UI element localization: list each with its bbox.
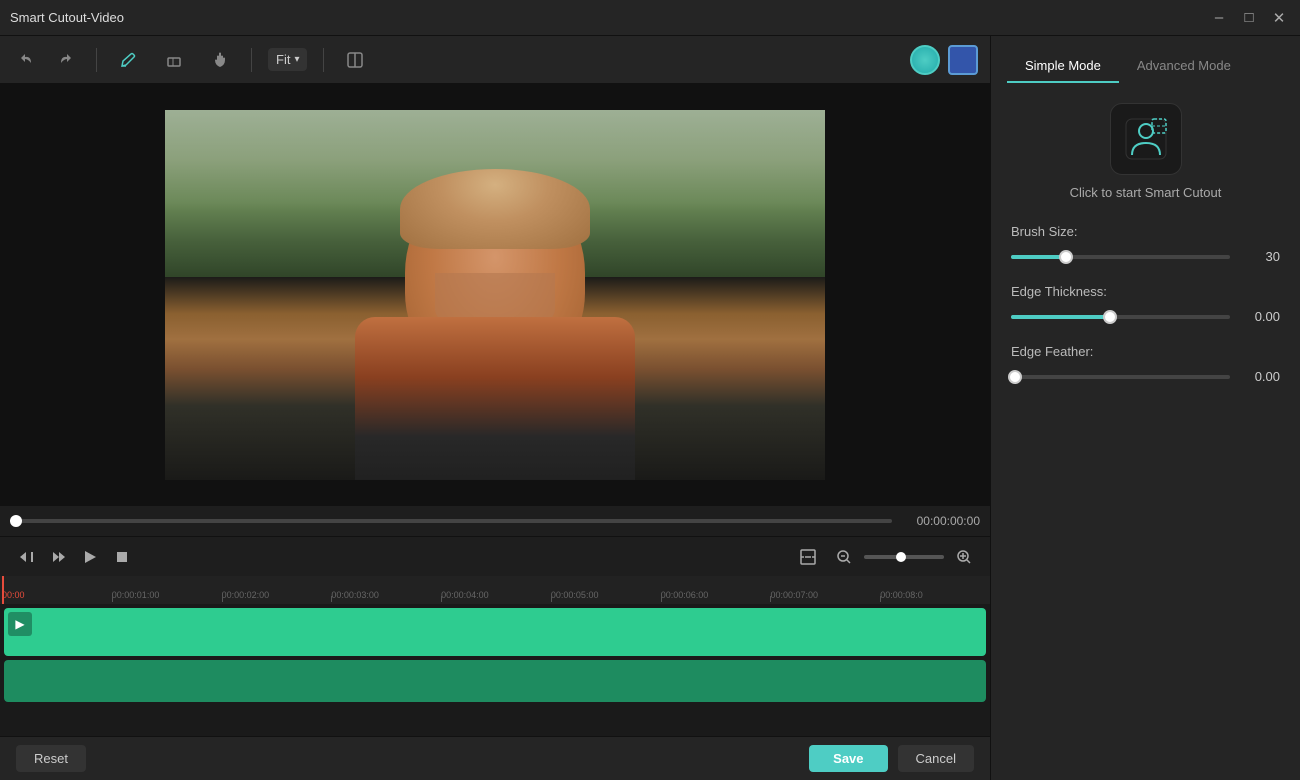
ruler-mark-7: 00:00:07:00 (770, 590, 880, 600)
main-container: Fit ▾ (0, 36, 1300, 780)
close-button[interactable]: ✕ (1268, 7, 1290, 29)
divider-1 (96, 48, 97, 72)
history-controls (12, 45, 80, 75)
right-panel: Simple Mode Advanced Mode Click to start… (990, 36, 1300, 780)
ruler-mark-2: 00:00:02:00 (222, 590, 332, 600)
audio-track-clip[interactable] (4, 660, 986, 702)
redo-button[interactable] (50, 45, 80, 75)
edge-feather-label: Edge Feather: (1011, 344, 1280, 359)
left-panel: Fit ▾ (0, 36, 990, 780)
edge-feather-thumb[interactable] (1008, 370, 1022, 384)
divider-2 (251, 48, 252, 72)
advanced-mode-tab[interactable]: Advanced Mode (1119, 50, 1249, 83)
play-button[interactable] (74, 541, 106, 573)
stop-button[interactable] (106, 541, 138, 573)
color-bg-preview[interactable] (948, 45, 978, 75)
ruler-mark-3: 00:00:03:00 (331, 590, 441, 600)
brush-size-fill (1011, 255, 1066, 259)
ruler-marks: 00:00 00:00:01:00 00:00:02:00 00:00:03:0… (0, 590, 990, 600)
fit-caret-icon: ▾ (294, 54, 299, 65)
progress-thumb[interactable] (10, 515, 22, 527)
zoom-in-button[interactable] (948, 541, 980, 573)
zoom-slider-track[interactable] (864, 555, 944, 559)
edge-thickness-row: 0.00 (1011, 309, 1280, 324)
scrub-bar: 00:00:00:00 (0, 506, 990, 536)
titlebar: Smart Cutout-Video – □ ✕ (0, 0, 1300, 36)
ruler-mark-1: 00:00:01:00 (112, 590, 222, 600)
zoom-controls (792, 541, 980, 573)
edge-thickness-label: Edge Thickness: (1011, 284, 1280, 299)
video-track-clip[interactable]: ▶ (4, 608, 986, 656)
ruler-mark-6: 00:00:06:00 (661, 590, 771, 600)
edge-feather-value: 0.00 (1240, 369, 1280, 384)
reset-button[interactable]: Reset (16, 745, 86, 772)
app-title: Smart Cutout-Video (10, 10, 124, 25)
timeline-tracks: ▶ (0, 604, 990, 706)
brush-size-section: Brush Size: 30 (1011, 224, 1280, 264)
ruler-mark-5: 00:00:05:00 (551, 590, 661, 600)
right-content: Click to start Smart Cutout Brush Size: … (991, 83, 1300, 780)
simple-mode-tab[interactable]: Simple Mode (1007, 50, 1119, 83)
edge-thickness-fill (1011, 315, 1110, 319)
timeline-area: 00:00 00:00:01:00 00:00:02:00 00:00:03:0… (0, 576, 990, 736)
zoom-slider-thumb[interactable] (896, 552, 906, 562)
timeline-ruler: 00:00 00:00:01:00 00:00:02:00 00:00:03:0… (0, 576, 990, 604)
brush-size-slider-track[interactable] (1011, 255, 1230, 259)
edge-feather-row: 0.00 (1011, 369, 1280, 384)
mode-tabs: Simple Mode Advanced Mode (991, 36, 1300, 83)
skip-back-button[interactable] (10, 541, 42, 573)
edge-thickness-section: Edge Thickness: 0.00 (1011, 284, 1280, 324)
toolbar: Fit ▾ (0, 36, 990, 84)
progress-track[interactable] (10, 519, 892, 523)
draw-tool-button[interactable] (113, 45, 143, 75)
transparent-bg-preview[interactable] (910, 45, 940, 75)
smart-cutout-button[interactable] (1110, 103, 1182, 175)
fit-zoom-dropdown[interactable]: Fit ▾ (268, 48, 307, 71)
undo-button[interactable] (12, 45, 42, 75)
video-frame (165, 110, 825, 480)
video-preview-area (0, 84, 990, 506)
clip-icon: ▶ (8, 612, 32, 636)
bg-preview (910, 45, 978, 75)
ruler-mark-8: 00:00:08:0 (880, 590, 990, 600)
minimize-button[interactable]: – (1208, 7, 1230, 29)
save-button[interactable]: Save (809, 745, 887, 772)
hand-tool-button[interactable] (205, 45, 235, 75)
edge-thickness-thumb[interactable] (1103, 310, 1117, 324)
zoom-out-button[interactable] (828, 541, 860, 573)
time-display: 00:00:00:00 (900, 514, 980, 528)
fit-timeline-button[interactable] (792, 541, 824, 573)
edge-thickness-value: 0.00 (1240, 309, 1280, 324)
bottom-right-buttons: Save Cancel (809, 745, 974, 772)
edge-feather-section: Edge Feather: 0.00 (1011, 344, 1280, 384)
eraser-tool-button[interactable] (159, 45, 189, 75)
edge-thickness-slider-track[interactable] (1011, 315, 1230, 319)
cancel-button[interactable]: Cancel (898, 745, 974, 772)
brush-size-thumb[interactable] (1059, 250, 1073, 264)
brush-size-value: 30 (1240, 249, 1280, 264)
maximize-button[interactable]: □ (1238, 7, 1260, 29)
cutout-label: Click to start Smart Cutout (1070, 185, 1222, 200)
bottom-bar: Reset Save Cancel (0, 736, 990, 780)
compare-button[interactable] (340, 45, 370, 75)
brush-size-label: Brush Size: (1011, 224, 1280, 239)
timeline-playhead[interactable] (2, 576, 4, 604)
track-row-2 (4, 660, 986, 702)
edge-feather-slider-track[interactable] (1011, 375, 1230, 379)
window-controls: – □ ✕ (1208, 7, 1290, 29)
controls-bar (0, 536, 990, 576)
ruler-mark-0: 00:00 (2, 590, 112, 600)
ruler-mark-4: 00:00:04:00 (441, 590, 551, 600)
play-slow-button[interactable] (42, 541, 74, 573)
track-row-1: ▶ (4, 608, 986, 656)
divider-3 (323, 48, 324, 72)
brush-size-row: 30 (1011, 249, 1280, 264)
